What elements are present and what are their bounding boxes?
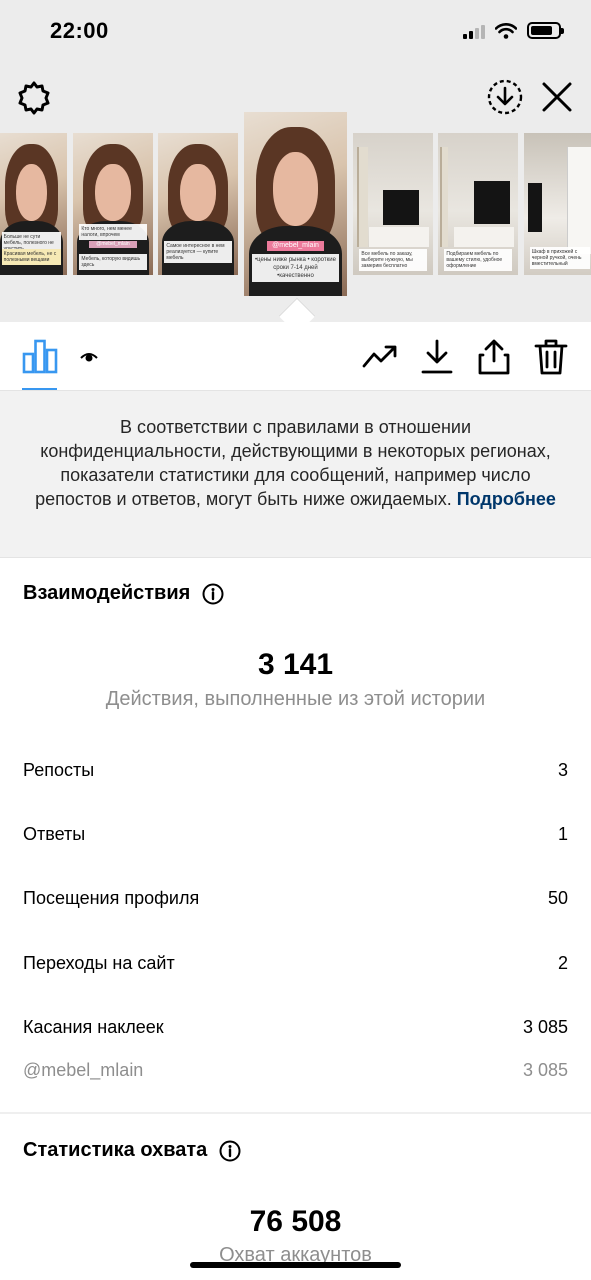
share-icon[interactable] — [477, 338, 511, 376]
story-thumbnails: Больше не сути мебель, полезного не упус… — [0, 112, 591, 302]
stat-label: Репосты — [23, 760, 95, 780]
reach-total: 76 508 — [249, 1205, 342, 1238]
story-thumbnail[interactable]: Самое интересное в нем реализуется — куп… — [158, 133, 238, 275]
story-thumbnail[interactable]: Подбираем мебель по вашему стилю, удобно… — [438, 133, 518, 275]
interactions-total: 3 141 — [257, 648, 334, 681]
insights-bar-chart-icon[interactable] — [22, 338, 58, 374]
stat-row: Переходы на сайт 2 — [23, 953, 568, 974]
interactions-total-label: Действия, выполненные из этой истории — [105, 688, 486, 710]
status-time: 22:00 — [50, 18, 109, 43]
stat-value: 3 085 — [522, 1017, 568, 1037]
viewers-eye-icon[interactable] — [80, 350, 98, 364]
settings-gear-icon[interactable] — [16, 80, 52, 116]
stat-label: Касания наклеек — [23, 1017, 164, 1037]
stat-value: 1 — [557, 824, 568, 844]
sticker-value: 3 085 — [522, 1060, 568, 1080]
stat-value: 2 — [557, 953, 568, 973]
story-thumbnail[interactable]: Кто много, нем менее налоги, впрочем @me… — [73, 133, 153, 275]
reach-header: Статистика охвата — [23, 1139, 241, 1162]
delete-trash-icon[interactable] — [534, 338, 568, 376]
sticker-stat-row: @mebel_mlain 3 085 — [23, 1060, 568, 1081]
cellular-signal-icon — [463, 23, 485, 39]
wifi-icon — [495, 22, 517, 39]
save-download-button[interactable] — [486, 78, 524, 116]
privacy-notice: В соответствии с правилами в отношении к… — [0, 390, 591, 558]
story-thumbnail[interactable]: Шкаф в прихожей с черной ручкой, очень в… — [524, 133, 591, 275]
home-indicator[interactable] — [190, 1262, 401, 1268]
interactions-header: Взаимодействия — [23, 582, 224, 605]
download-icon[interactable] — [420, 338, 454, 376]
reach-title: Статистика охвата — [23, 1139, 208, 1161]
story-thumbnail-selected[interactable]: @mebel_mlain •цены ниже рынка • короткие… — [244, 112, 347, 296]
stat-row: Репосты 3 — [23, 760, 568, 781]
section-divider — [0, 1112, 591, 1114]
stat-value: 50 — [547, 888, 568, 908]
battery-icon — [527, 22, 564, 39]
story-thumbnail[interactable]: Больше не сути мебель, полезного не упус… — [0, 133, 67, 275]
stat-value: 3 — [557, 760, 568, 780]
insights-toolbar — [0, 322, 591, 390]
story-thumbnail[interactable]: Все мебель по заказу, выберите нужную, м… — [353, 133, 433, 275]
learn-more-link[interactable]: Подробнее — [457, 489, 556, 509]
stat-label: Посещения профиля — [23, 888, 200, 908]
promote-trend-icon[interactable] — [362, 342, 398, 372]
info-icon[interactable] — [219, 1140, 241, 1162]
stat-label: Ответы — [23, 824, 86, 844]
stat-label: Переходы на сайт — [23, 953, 175, 973]
interactions-title: Взаимодействия — [23, 582, 191, 604]
stat-row: Ответы 1 — [23, 824, 568, 845]
stat-row: Посещения профиля 50 — [23, 888, 568, 909]
close-icon[interactable] — [540, 80, 574, 114]
stat-row: Касания наклеек 3 085 — [23, 1017, 568, 1038]
status-icons — [463, 22, 564, 39]
story-header: 22:00 Больше не сути мебель, полезного н… — [0, 0, 591, 322]
sticker-label: @mebel_mlain — [23, 1060, 144, 1080]
info-icon[interactable] — [202, 583, 224, 605]
